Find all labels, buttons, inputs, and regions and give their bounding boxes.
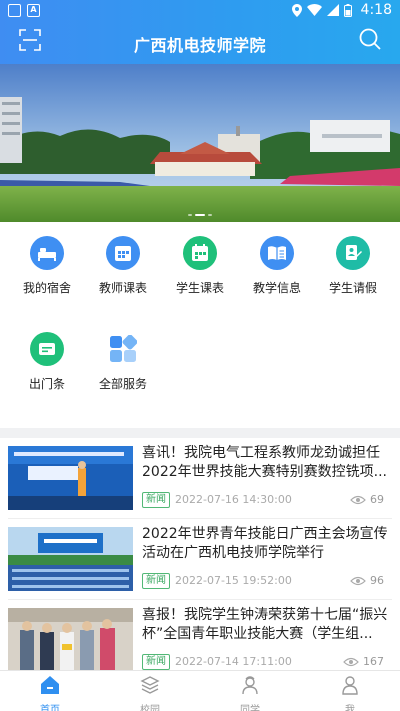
battery-icon	[343, 3, 352, 17]
search-icon	[359, 28, 381, 50]
news-thumbnail	[8, 527, 133, 591]
tab-label: 校园	[140, 705, 160, 711]
tab-home[interactable]: 首页	[20, 675, 80, 711]
service-label: 学生请假	[328, 281, 377, 295]
news-item[interactable]: 喜报！我院学生钟涛荣获第十七届“振兴杯”全国青年职业技能大赛（学生组... 新闻…	[0, 600, 400, 670]
tab-classmates[interactable]: 同学	[220, 675, 280, 711]
news-tag: 新闻	[142, 573, 170, 589]
top-bar: A 4:18 广西机电技师学院	[0, 0, 400, 64]
dorm-icon	[30, 236, 64, 270]
wifi-icon	[306, 4, 322, 16]
tab-label: 我	[345, 705, 355, 711]
news-meta: 新闻 2022-07-16 14:30:00 69	[142, 492, 392, 510]
news-item[interactable]: 喜讯！我院电气工程系教师龙劲诚担任2022年世界技能大赛特别赛数控铣项... 新…	[0, 438, 400, 518]
news-view-count: 167	[363, 655, 384, 668]
service-my-dorm[interactable]: 我的宿舍	[7, 236, 87, 296]
exit-pass-icon	[30, 332, 64, 366]
status-bar: A 4:18	[0, 0, 400, 22]
teaching-info-icon	[260, 236, 294, 270]
news-tag: 新闻	[142, 492, 170, 508]
news-thumbnail	[8, 608, 133, 670]
app-notification-icon: A	[27, 4, 40, 17]
news-tag: 新闻	[142, 654, 170, 670]
status-notifications: A	[8, 4, 40, 17]
service-label: 我的宿舍	[22, 281, 71, 295]
service-student-schedule[interactable]: 学生课表	[160, 236, 240, 296]
service-label: 出门条	[28, 377, 65, 391]
news-date: 2022-07-16 14:30:00	[175, 493, 292, 506]
page-title: 广西机电技师学院	[133, 36, 266, 55]
tab-campus[interactable]: 校园	[120, 675, 180, 711]
app-header: 广西机电技师学院	[0, 22, 400, 64]
service-label: 教师课表	[98, 281, 147, 295]
student-schedule-icon	[183, 236, 217, 270]
status-indicators: 4:18	[291, 2, 392, 18]
campus-icon	[140, 676, 160, 694]
news-title: 2022年世界青年技能日广西主会场宣传活动在广西机电技师学院举行	[142, 526, 388, 561]
service-exit-pass[interactable]: 出门条	[7, 332, 87, 392]
news-list: 喜讯！我院电气工程系教师龙劲诚担任2022年世界技能大赛特别赛数控铣项... 新…	[0, 438, 400, 670]
tab-label: 同学	[240, 705, 260, 711]
service-label: 全部服务	[98, 377, 147, 391]
news-meta: 新闻 2022-07-14 17:11:00 167	[142, 654, 392, 670]
signal-icon	[326, 4, 339, 16]
news-views: 69	[350, 493, 384, 506]
news-title: 喜报！我院学生钟涛荣获第十七届“振兴杯”全国青年职业技能大赛（学生组...	[142, 607, 388, 642]
service-label: 学生课表	[175, 281, 224, 295]
all-services-icon	[106, 332, 140, 366]
news-title: 喜讯！我院电气工程系教师龙劲诚担任2022年世界技能大赛特别赛数控铣项...	[142, 445, 387, 480]
tab-profile[interactable]: 我	[320, 675, 380, 711]
news-date: 2022-07-14 17:11:00	[175, 655, 292, 668]
location-icon	[291, 3, 302, 17]
banner-indicator	[0, 214, 400, 216]
banner-dot-active	[195, 214, 205, 216]
banner-dot	[188, 214, 192, 216]
eye-icon	[350, 495, 366, 504]
services-grid: 我的宿舍 教师课表 学生课表 教学信息 学生请假 出门条 全部服务	[0, 222, 400, 428]
news-thumbnail	[8, 446, 133, 510]
search-button[interactable]	[358, 27, 382, 51]
eye-icon	[343, 657, 359, 666]
banner-dot	[208, 214, 212, 216]
news-view-count: 96	[370, 574, 384, 587]
service-teaching-info[interactable]: 教学信息	[237, 236, 317, 296]
home-icon	[41, 676, 59, 694]
campus-banner[interactable]	[0, 64, 400, 222]
notification-icon	[8, 4, 21, 17]
app-screen: A 4:18 广西机电技师学院 我的宿舍 教师课表 学生课表 教学信息 学生请假…	[0, 0, 400, 711]
campus-photo	[0, 64, 400, 222]
tab-label: 首页	[40, 705, 60, 711]
student-leave-icon	[336, 236, 370, 270]
service-teacher-schedule[interactable]: 教师课表	[83, 236, 163, 296]
profile-icon	[342, 676, 358, 695]
teacher-schedule-icon	[106, 236, 140, 270]
service-label: 教学信息	[252, 281, 301, 295]
news-meta: 新闻 2022-07-15 19:52:00 96	[142, 573, 392, 591]
news-item[interactable]: 2022年世界青年技能日广西主会场宣传活动在广西机电技师学院举行 新闻 2022…	[0, 519, 400, 599]
service-student-leave[interactable]: 学生请假	[313, 236, 393, 296]
classmates-icon	[242, 676, 258, 695]
bottom-tab-bar: 首页 校园 同学 我	[0, 670, 400, 711]
news-views: 167	[343, 655, 384, 668]
news-views: 96	[350, 574, 384, 587]
news-view-count: 69	[370, 493, 384, 506]
eye-icon	[350, 576, 366, 585]
service-all-services[interactable]: 全部服务	[83, 332, 163, 392]
status-time: 4:18	[360, 2, 392, 18]
news-date: 2022-07-15 19:52:00	[175, 574, 292, 587]
